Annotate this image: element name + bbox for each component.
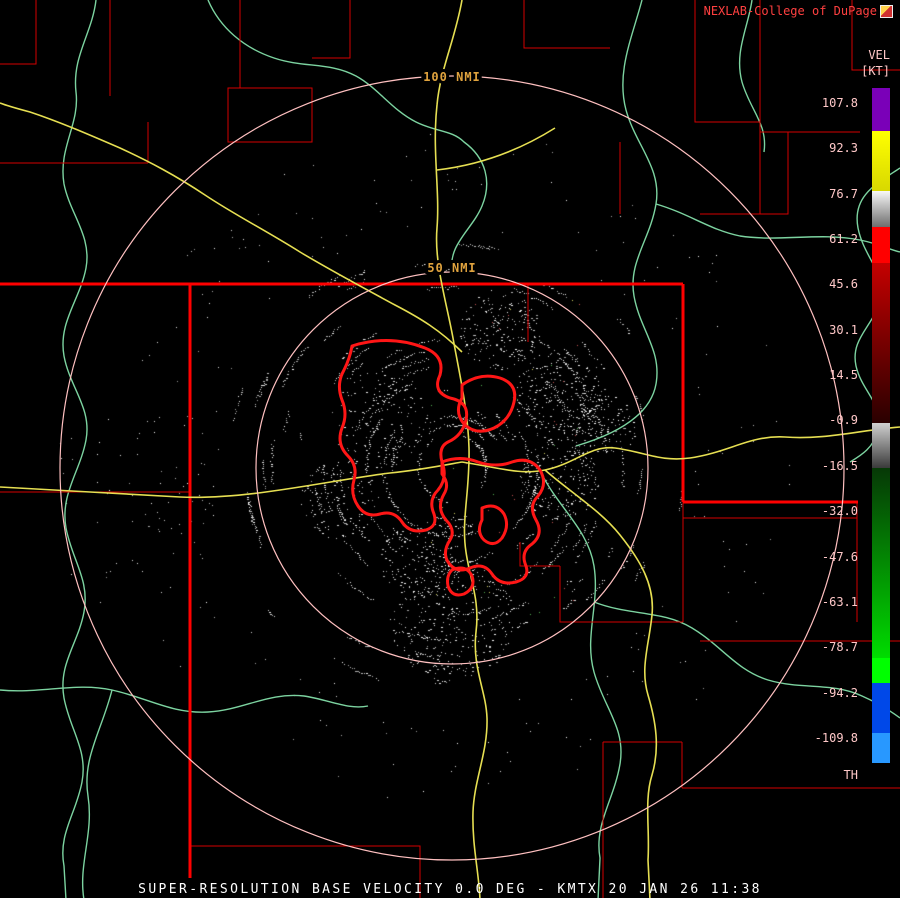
legend-units: [KT]: [861, 64, 890, 78]
status-bar: SUPER-RESOLUTION BASE VELOCITY 0.0 DEG -…: [138, 882, 762, 897]
river-line: [207, 0, 488, 273]
map-overlay: 100 NMI 50 NMI: [0, 0, 900, 900]
county-line: [312, 0, 351, 59]
state-borders: [0, 282, 858, 878]
colorbar-segment: [872, 131, 890, 191]
legend-threshold-label: TH: [843, 768, 858, 782]
colorbar-segment: [872, 423, 890, 468]
county-line: [523, 0, 610, 49]
legend-tick: 107.8: [821, 96, 858, 110]
legend-tick: -16.5: [821, 458, 858, 473]
county-boundaries: [0, 0, 900, 900]
legend-tick: 45.6: [829, 277, 858, 292]
legend-tick: -109.8: [814, 730, 858, 745]
colorbar-segment: [872, 683, 890, 733]
range-ring-label-50: 50 NMI: [427, 261, 476, 275]
legend-tick: 61.2: [829, 232, 858, 247]
urban-boundary-line: [439, 457, 545, 585]
interstate-highways: [0, 0, 900, 900]
colorbar-segment: [872, 468, 890, 658]
range-rings: 100 NMI 50 NMI: [59, 67, 845, 861]
county-line: [559, 566, 683, 623]
radar-screen: 100 NMI 50 NMI NEXLAB-College of DuPage …: [0, 0, 900, 900]
velocity-legend: VEL [KT] 107.8 92.3 76.7 61.2 45.6 30.1 14.5 -0…: [780, 0, 900, 800]
urban-area-boundaries: [337, 338, 545, 597]
highway-line: [434, 0, 488, 900]
colorbar-segment: [872, 191, 890, 227]
legend-tick: -94.2: [821, 685, 858, 700]
river-line: [539, 469, 622, 900]
legend-tick: -47.6: [821, 549, 858, 564]
urban-boundary-line: [477, 504, 509, 545]
legend-tick: -0.9: [829, 413, 858, 428]
river-line: [0, 686, 369, 713]
legend-tick: 92.3: [829, 141, 858, 156]
legend-tick: -32.0: [821, 504, 858, 519]
colorbar-segment: [872, 227, 890, 263]
county-line: [700, 131, 789, 215]
river-line: [575, 0, 658, 447]
status-text: SUPER-RESOLUTION BASE VELOCITY 0.0 DEG -…: [138, 882, 762, 897]
river-line: [738, 0, 766, 153]
colorbar-segment: [872, 263, 890, 423]
legend-tick: 30.1: [829, 322, 858, 337]
range-ring-100nmi: [59, 75, 845, 861]
highway-line: [436, 127, 556, 171]
legend-tick: -78.7: [821, 640, 858, 655]
range-ring-label-100: 100 NMI: [423, 70, 481, 84]
colorbar-segment: [872, 658, 890, 683]
river-line: [81, 689, 113, 900]
urban-boundary-line: [446, 566, 475, 597]
colorbar-segment: [872, 733, 890, 763]
legend-tick: -63.1: [821, 594, 858, 609]
legend-tick: 76.7: [829, 186, 858, 201]
highway-line: [544, 469, 658, 900]
legend-title: VEL: [868, 48, 890, 62]
velocity-colorbar: [872, 88, 890, 763]
urban-boundary-line: [337, 338, 469, 533]
colorbar-segment: [872, 88, 890, 131]
county-line: [0, 0, 37, 65]
river-lines: [0, 0, 900, 900]
legend-tick: 14.5: [829, 368, 858, 383]
